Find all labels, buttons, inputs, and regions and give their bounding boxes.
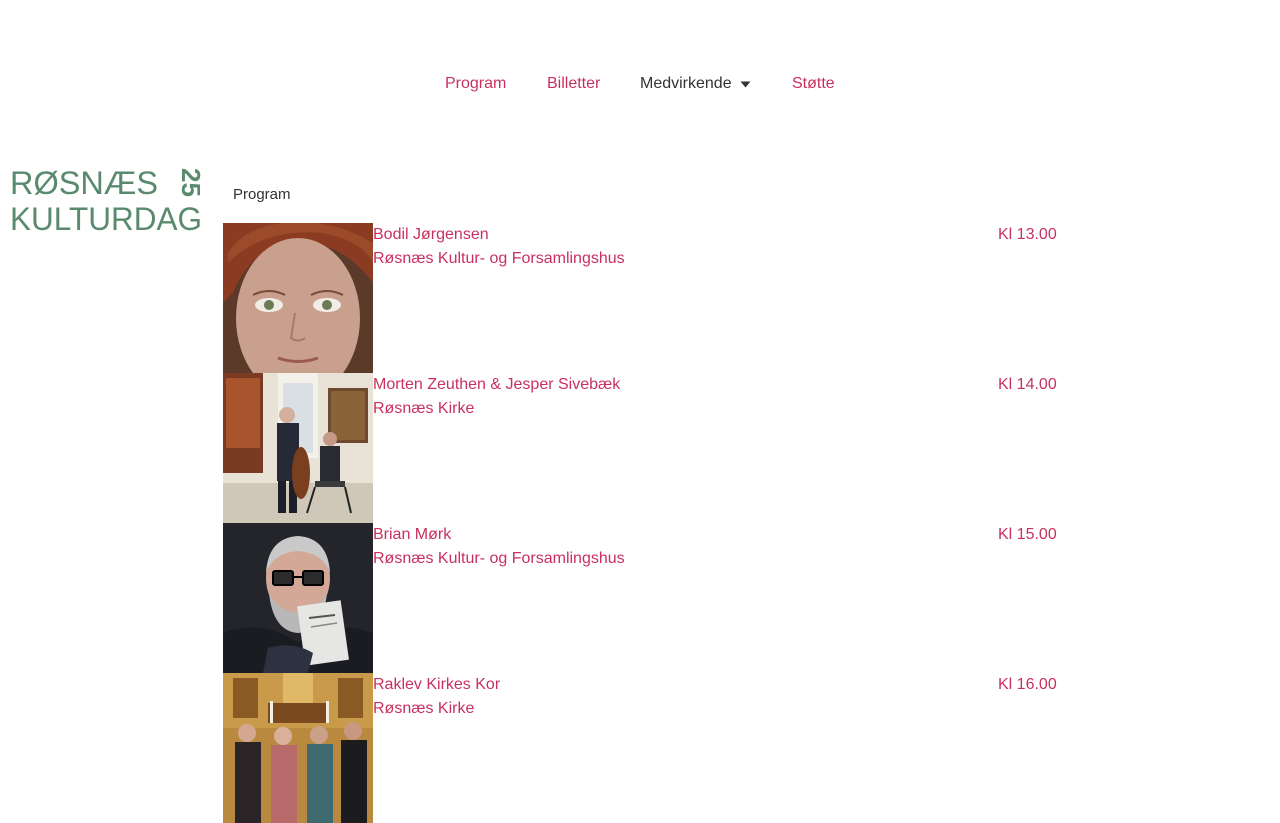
event-venue[interactable]: Røsnæs Kirke	[373, 400, 474, 418]
nav-medvirkende[interactable]: Medvirkende	[640, 74, 751, 94]
event-venue[interactable]: Røsnæs Kirke	[373, 700, 474, 718]
main-nav: Program Billetter Medvirkende Støtte	[0, 74, 1280, 96]
event-row: Bodil Jørgensen Røsnæs Kultur- og Forsam…	[223, 223, 1063, 373]
caret-down-icon	[740, 74, 751, 94]
logo-line2: KULTURDAG	[10, 201, 202, 234]
event-title[interactable]: Raklev Kirkes Kor	[373, 676, 500, 694]
event-image[interactable]	[223, 523, 373, 673]
event-venue[interactable]: Røsnæs Kultur- og Forsamlingshus	[373, 550, 625, 568]
event-image[interactable]	[223, 673, 373, 823]
event-image[interactable]	[223, 373, 373, 523]
event-image[interactable]	[223, 223, 373, 373]
logo-line1: RØSNÆS	[10, 166, 158, 201]
nav-medvirkende-label: Medvirkende	[640, 75, 732, 93]
nav-stotte[interactable]: Støtte	[792, 74, 835, 94]
event-time: Kl 15.00	[998, 526, 1057, 543]
event-row: Raklev Kirkes Kor Røsnæs Kirke Kl 16.00	[223, 673, 1063, 823]
event-title[interactable]: Brian Mørk	[373, 526, 451, 544]
event-venue[interactable]: Røsnæs Kultur- og Forsamlingshus	[373, 250, 625, 268]
event-row: Brian Mørk Røsnæs Kultur- og Forsamlings…	[223, 523, 1063, 673]
event-title[interactable]: Morten Zeuthen & Jesper Sivebæk	[373, 376, 620, 394]
event-title[interactable]: Bodil Jørgensen	[373, 226, 489, 244]
nav-program[interactable]: Program	[445, 74, 506, 94]
event-time: Kl 13.00	[998, 226, 1057, 243]
program-heading: Program	[233, 186, 291, 203]
site-logo[interactable]: RØSNÆS KULTURDAG 25	[10, 165, 206, 237]
event-time: Kl 14.00	[998, 376, 1057, 393]
event-row: Morten Zeuthen & Jesper Sivebæk Røsnæs K…	[223, 373, 1063, 523]
event-time: Kl 16.00	[998, 676, 1057, 693]
nav-billetter[interactable]: Billetter	[547, 74, 600, 94]
logo-year: 25	[176, 168, 203, 197]
